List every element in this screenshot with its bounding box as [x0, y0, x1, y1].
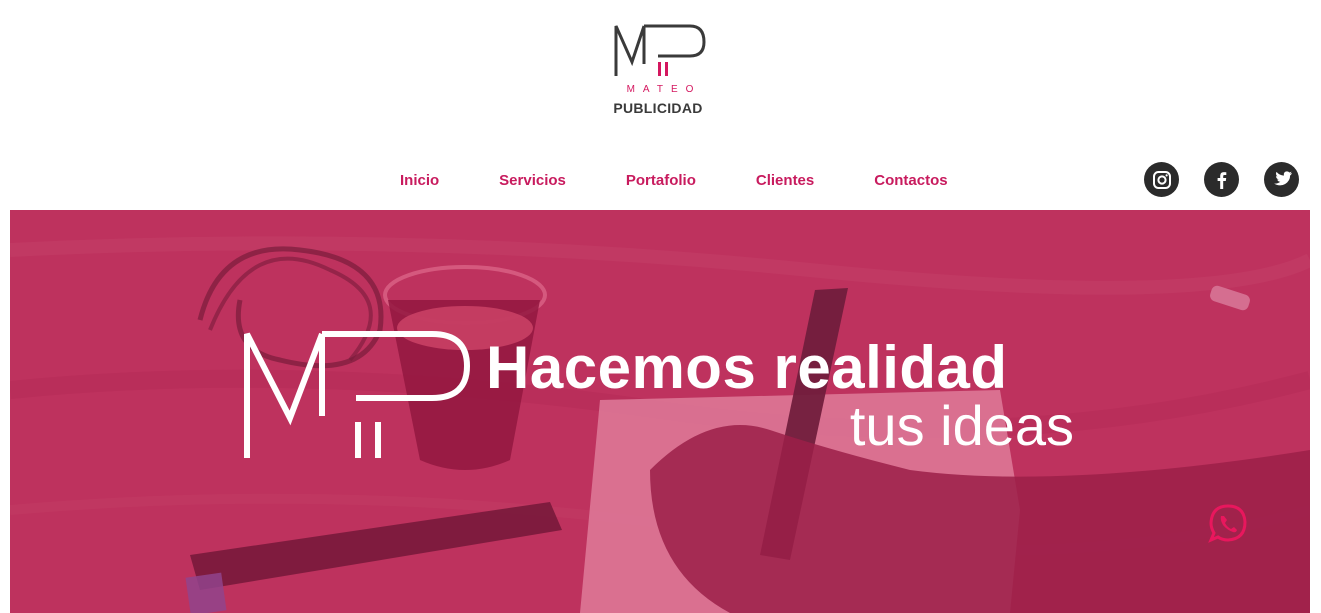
- nav-item-portafolio[interactable]: Portafolio: [596, 168, 726, 193]
- twitter-icon: [1273, 170, 1292, 185]
- logo-title: PUBLICIDAD: [613, 100, 703, 116]
- nav-item-contactos[interactable]: Contactos: [844, 168, 977, 193]
- hero-title: Hacemos realidad: [486, 334, 1008, 401]
- nav-item-inicio[interactable]: Inicio: [370, 168, 469, 193]
- main-nav: Inicio Servicios Portafolio Clientes Con…: [370, 168, 978, 193]
- logo-subtitle: MATEO: [626, 84, 702, 95]
- social-links: [1144, 162, 1299, 197]
- hero-logo-mark: [244, 331, 471, 458]
- nav-item-clientes[interactable]: Clientes: [726, 168, 844, 193]
- site-logo[interactable]: MATEO PUBLICIDAD: [608, 20, 712, 124]
- hero-banner: Hacemos realidad tus ideas: [10, 210, 1310, 613]
- facebook-link[interactable]: [1204, 162, 1239, 197]
- whatsapp-icon[interactable]: [1207, 503, 1249, 545]
- instagram-icon: [1152, 170, 1171, 189]
- instagram-link[interactable]: [1144, 162, 1179, 197]
- nav-item-servicios[interactable]: Servicios: [469, 168, 596, 193]
- twitter-link[interactable]: [1264, 162, 1299, 197]
- page: MATEO PUBLICIDAD Inicio Servicios Portaf…: [0, 0, 1321, 613]
- hero-subtitle: tus ideas: [849, 394, 1074, 457]
- facebook-icon: [1217, 171, 1226, 189]
- hero-color-overlay: [10, 210, 1310, 613]
- mp-logo-mark: [614, 24, 706, 76]
